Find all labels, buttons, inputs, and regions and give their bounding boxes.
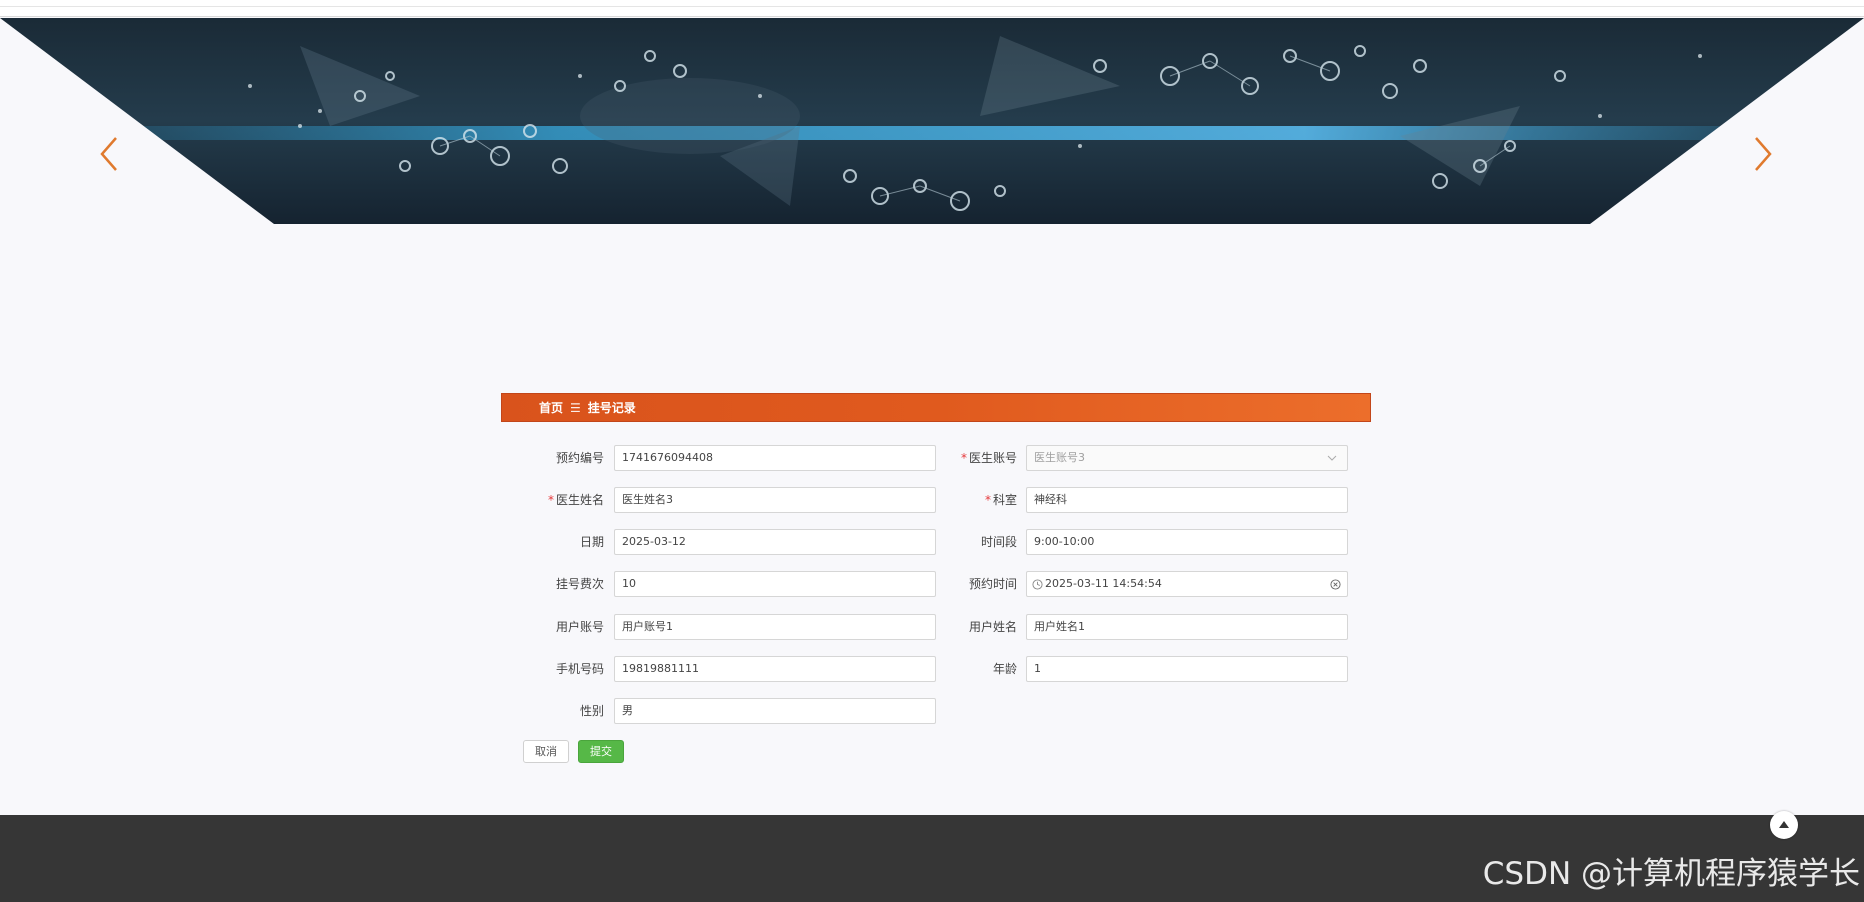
time-slot-label: 时间段 [980, 535, 1017, 549]
form-row-1: 预约编号 1741676094408 * 医生账号 医生账号3 [0, 445, 1864, 471]
gender-label: 性别 [579, 704, 604, 718]
chevron-right-icon [1755, 137, 1772, 171]
department-field[interactable]: 神经科 [1026, 487, 1348, 513]
carousel-next-button[interactable] [1746, 134, 1776, 174]
banner-carousel [0, 16, 1864, 224]
breadcrumb-separator-icon: ☰ [570, 400, 581, 415]
submit-button[interactable]: 提交 [578, 740, 624, 763]
appointment-no-field[interactable]: 1741676094408 [614, 445, 936, 471]
age-field[interactable]: 1 [1026, 656, 1348, 682]
date-label: 日期 [579, 535, 604, 549]
form-row-3: 日期 2025-03-12 时间段 9:00-10:00 [0, 529, 1864, 555]
doctor-name-label: * 医生姓名 [547, 493, 604, 507]
doctor-account-label: * 医生账号 [960, 451, 1017, 465]
clear-icon[interactable] [1330, 572, 1341, 596]
watermark: CSDN @计算机程序猿学长 [1482, 856, 1860, 892]
form-row-4: 挂号费次 10 预约时间 2025-03-11 14:54:54 [0, 571, 1864, 597]
fee-field[interactable]: 10 [614, 571, 936, 597]
user-account-field[interactable]: 用户账号1 [614, 614, 936, 640]
carousel-prev-button[interactable] [96, 134, 126, 174]
time-slot-field[interactable]: 9:00-10:00 [1026, 529, 1348, 555]
doctor-account-select[interactable]: 医生账号3 [1026, 445, 1348, 471]
banner-image [0, 18, 1864, 224]
department-label: * 科室 [984, 493, 1017, 507]
form-row-5: 用户账号 用户账号1 用户姓名 用户姓名1 [0, 614, 1864, 640]
user-account-label: 用户账号 [555, 620, 604, 634]
back-to-top-button[interactable] [1770, 811, 1798, 839]
form-row-6: 手机号码 19819881111 年龄 1 [0, 656, 1864, 682]
chevron-left-icon [100, 137, 117, 171]
breadcrumb-current: 挂号记录 [587, 401, 636, 415]
clock-icon [1032, 572, 1043, 596]
breadcrumb: 首页 ☰ 挂号记录 [501, 393, 1371, 422]
breadcrumb-home[interactable]: 首页 [539, 399, 563, 416]
age-label: 年龄 [992, 662, 1017, 676]
gender-field[interactable]: 男 [614, 698, 936, 724]
phone-label: 手机号码 [555, 662, 604, 676]
user-name-label: 用户姓名 [968, 620, 1017, 634]
form-row-2: * 医生姓名 医生姓名3 * 科室 神经科 [0, 487, 1864, 513]
date-field[interactable]: 2025-03-12 [614, 529, 936, 555]
chevron-down-icon [1327, 446, 1337, 470]
appointment-time-picker[interactable]: 2025-03-11 14:54:54 [1026, 571, 1348, 597]
form-row-7: 性别 男 [0, 698, 1864, 724]
appointment-no-label: 预约编号 [555, 451, 604, 465]
phone-field[interactable]: 19819881111 [614, 656, 936, 682]
user-name-field[interactable]: 用户姓名1 [1026, 614, 1348, 640]
appointment-time-label: 预约时间 [968, 577, 1017, 591]
top-nav-bar [0, 0, 1864, 17]
caret-up-icon [1779, 821, 1789, 828]
cancel-button[interactable]: 取消 [523, 740, 569, 763]
doctor-name-field[interactable]: 医生姓名3 [614, 487, 936, 513]
fee-label: 挂号费次 [555, 577, 604, 591]
